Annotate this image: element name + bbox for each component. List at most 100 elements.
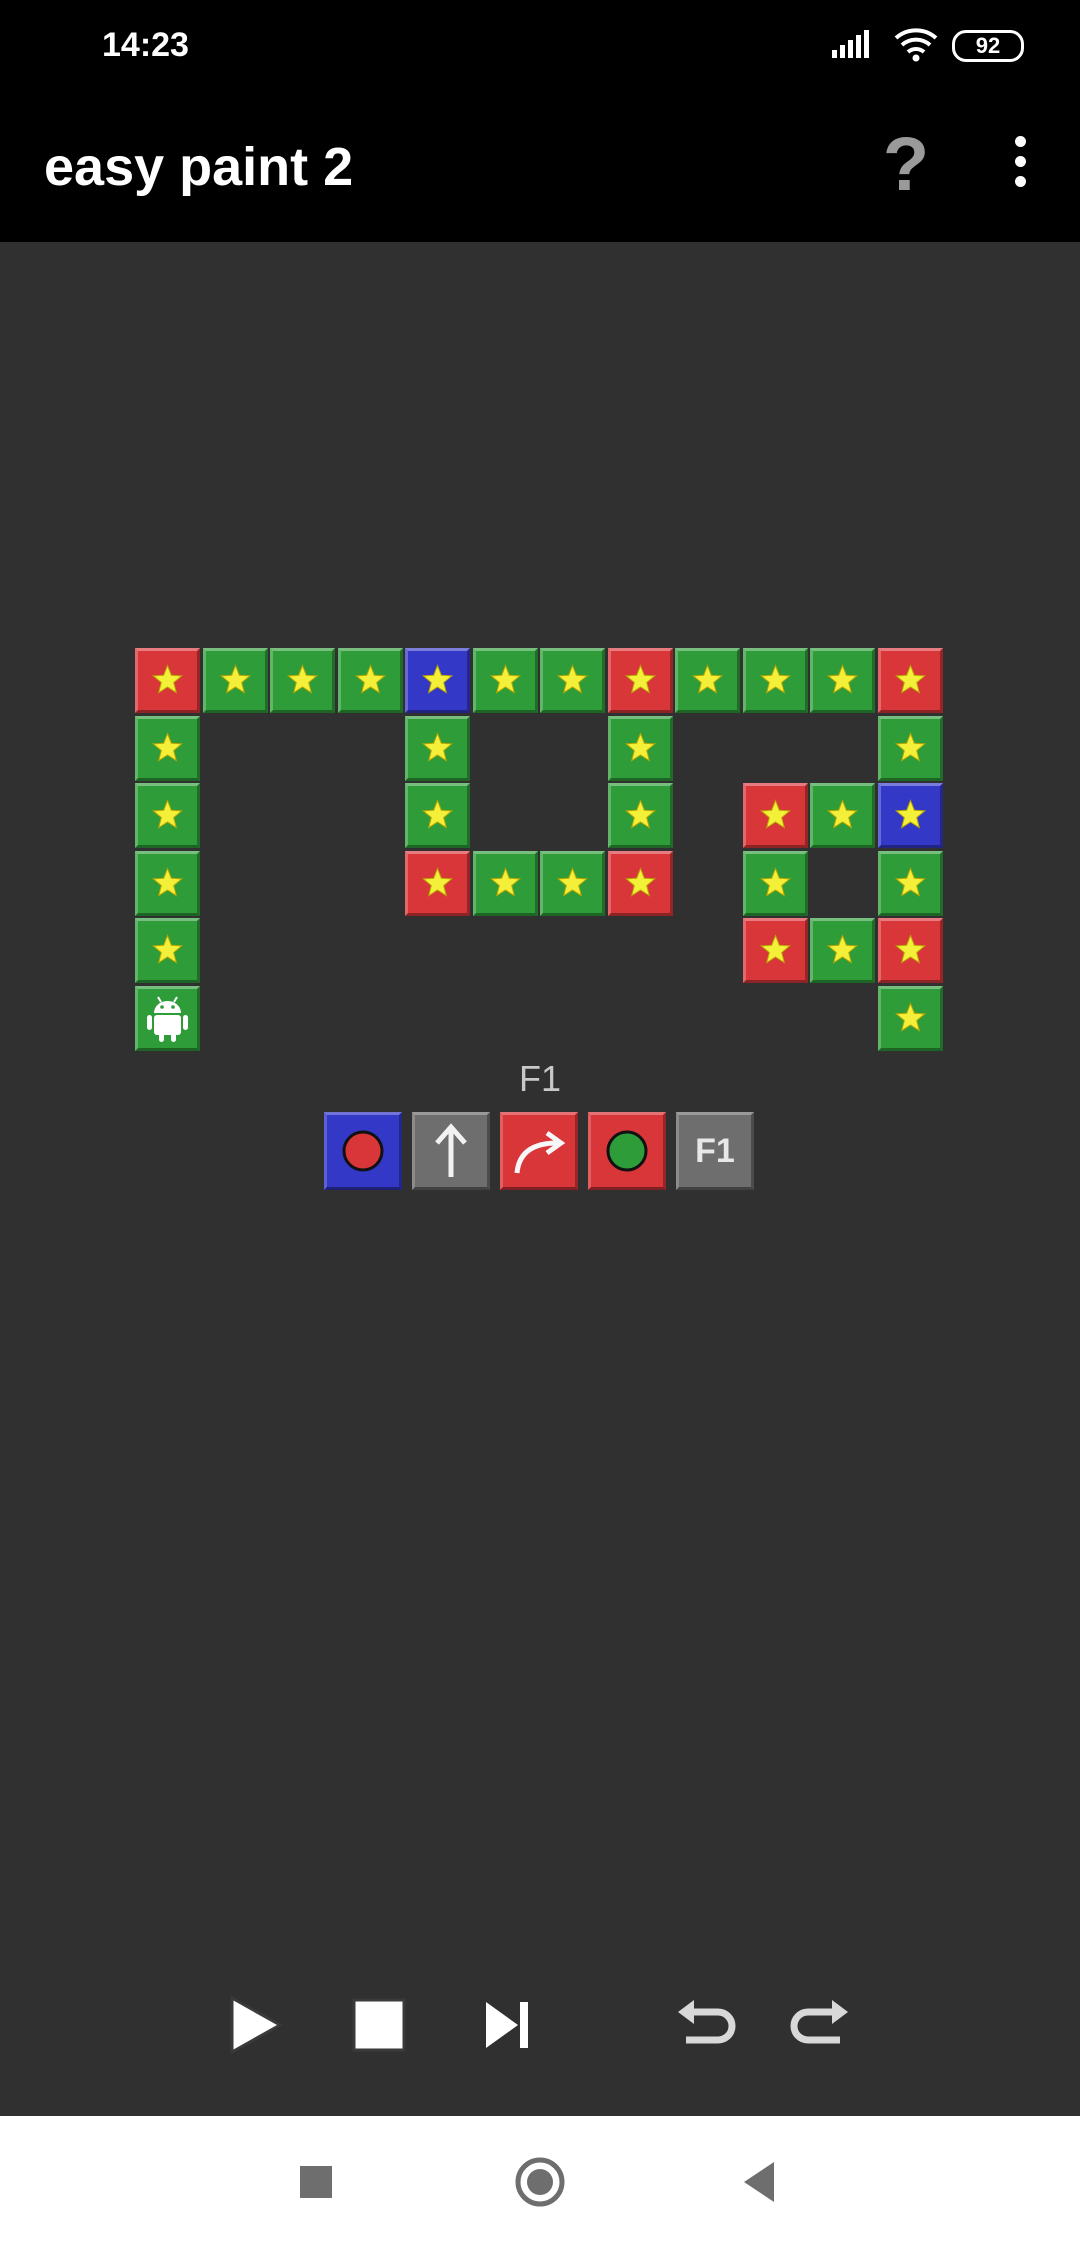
star-icon bbox=[624, 799, 656, 829]
navigation-bar bbox=[0, 2116, 1080, 2246]
star-icon bbox=[894, 1001, 926, 1032]
app-title: easy paint 2 bbox=[44, 137, 354, 197]
star-icon bbox=[624, 664, 656, 694]
wifi-icon bbox=[894, 28, 938, 62]
star-icon bbox=[151, 934, 184, 964]
f1-call-icon: F1 bbox=[695, 1132, 735, 1170]
board-tile-green bbox=[675, 648, 740, 713]
board-tile-red bbox=[405, 850, 470, 916]
signal-icon bbox=[832, 30, 869, 58]
board-tile-green bbox=[810, 648, 875, 713]
board-tile-blue bbox=[405, 648, 470, 713]
board-tile-green bbox=[135, 850, 200, 916]
star-icon bbox=[894, 731, 926, 762]
board-tile-green bbox=[877, 715, 943, 781]
star-icon bbox=[489, 866, 521, 897]
board-tile-green bbox=[337, 648, 403, 713]
star-icon bbox=[894, 664, 926, 694]
star-icon bbox=[826, 934, 859, 964]
star-icon bbox=[219, 664, 251, 694]
battery-icon: 92 bbox=[952, 30, 1024, 62]
star-icon bbox=[624, 731, 656, 762]
star-icon bbox=[151, 664, 184, 694]
board-tile-green bbox=[810, 783, 875, 848]
program-slot-paint-green[interactable] bbox=[588, 1112, 666, 1190]
star-icon bbox=[759, 664, 791, 694]
up-arrow-icon bbox=[435, 1123, 467, 1177]
star-icon bbox=[691, 664, 724, 694]
redo-icon[interactable] bbox=[790, 1990, 860, 2060]
turn-right-arrow-icon bbox=[514, 1130, 566, 1174]
program-slot-paint-red[interactable] bbox=[324, 1112, 402, 1190]
board-tile-green bbox=[607, 783, 673, 848]
star-icon bbox=[421, 664, 454, 694]
star-icon bbox=[894, 866, 926, 897]
star-icon bbox=[894, 934, 926, 964]
board-tile-green bbox=[472, 850, 538, 916]
board-tile-red bbox=[877, 918, 943, 983]
star-icon bbox=[151, 731, 184, 762]
board-tile-green bbox=[405, 715, 470, 781]
board-tile-green bbox=[810, 918, 875, 983]
playback-controls bbox=[0, 1990, 1080, 2070]
stop-icon[interactable] bbox=[344, 1990, 414, 2060]
program-slot-forward[interactable] bbox=[412, 1112, 490, 1190]
recents-icon[interactable] bbox=[288, 2154, 344, 2210]
green-circle-icon bbox=[606, 1130, 648, 1172]
board-tile-red bbox=[742, 918, 808, 983]
program-slot-call-f1[interactable]: F1 bbox=[676, 1112, 754, 1190]
help-button[interactable]: ? bbox=[876, 122, 936, 208]
android-robot-icon bbox=[147, 995, 188, 1042]
star-icon bbox=[759, 799, 791, 829]
star-icon bbox=[556, 866, 589, 897]
status-time: 14:23 bbox=[102, 26, 189, 64]
star-icon bbox=[556, 664, 589, 694]
star-icon bbox=[826, 664, 859, 694]
board-tile-green bbox=[405, 783, 470, 848]
program-slot-turn-right[interactable] bbox=[500, 1112, 578, 1190]
star-icon bbox=[151, 866, 184, 897]
board-tile-green bbox=[877, 850, 943, 916]
board-tile-green bbox=[202, 648, 268, 713]
star-icon bbox=[421, 866, 454, 897]
board-tile-red bbox=[742, 783, 808, 848]
undo-icon[interactable] bbox=[666, 1990, 736, 2060]
star-icon bbox=[826, 799, 859, 829]
board-tile-green bbox=[540, 648, 605, 713]
star-icon bbox=[759, 934, 791, 964]
star-icon bbox=[354, 664, 386, 694]
step-icon[interactable] bbox=[472, 1990, 542, 2060]
more-options-icon[interactable] bbox=[1000, 136, 1040, 196]
star-icon bbox=[489, 664, 521, 694]
board-tile-red bbox=[607, 648, 673, 713]
star-icon bbox=[421, 731, 454, 762]
star-icon bbox=[286, 664, 319, 694]
board-tile-green bbox=[135, 985, 200, 1051]
board-tile-red bbox=[877, 648, 943, 713]
red-circle-icon bbox=[342, 1130, 384, 1172]
function-f1-label: F1 bbox=[518, 1058, 561, 1099]
board-tile-green bbox=[472, 648, 538, 713]
board-tile-green bbox=[742, 648, 808, 713]
board-tile-green bbox=[877, 985, 943, 1051]
star-icon bbox=[759, 866, 791, 897]
board-tile-green bbox=[270, 648, 335, 713]
board-tile-red bbox=[607, 850, 673, 916]
star-icon bbox=[894, 799, 926, 829]
star-icon bbox=[421, 799, 454, 829]
board-tile-green bbox=[135, 918, 200, 983]
board-tile-red bbox=[135, 648, 200, 713]
home-icon[interactable] bbox=[512, 2154, 568, 2210]
status-bar: 14:23 92 bbox=[0, 0, 1080, 96]
game-board bbox=[135, 648, 945, 1053]
play-icon[interactable] bbox=[220, 1990, 290, 2060]
board-tile-green bbox=[607, 715, 673, 781]
star-icon bbox=[151, 799, 184, 829]
board-tile-green bbox=[742, 850, 808, 916]
board-tile-green bbox=[135, 783, 200, 848]
board-tile-green bbox=[540, 850, 605, 916]
board-tile-blue bbox=[877, 783, 943, 848]
star-icon bbox=[624, 866, 656, 897]
board-tile-green bbox=[135, 715, 200, 781]
back-icon[interactable] bbox=[732, 2154, 788, 2210]
